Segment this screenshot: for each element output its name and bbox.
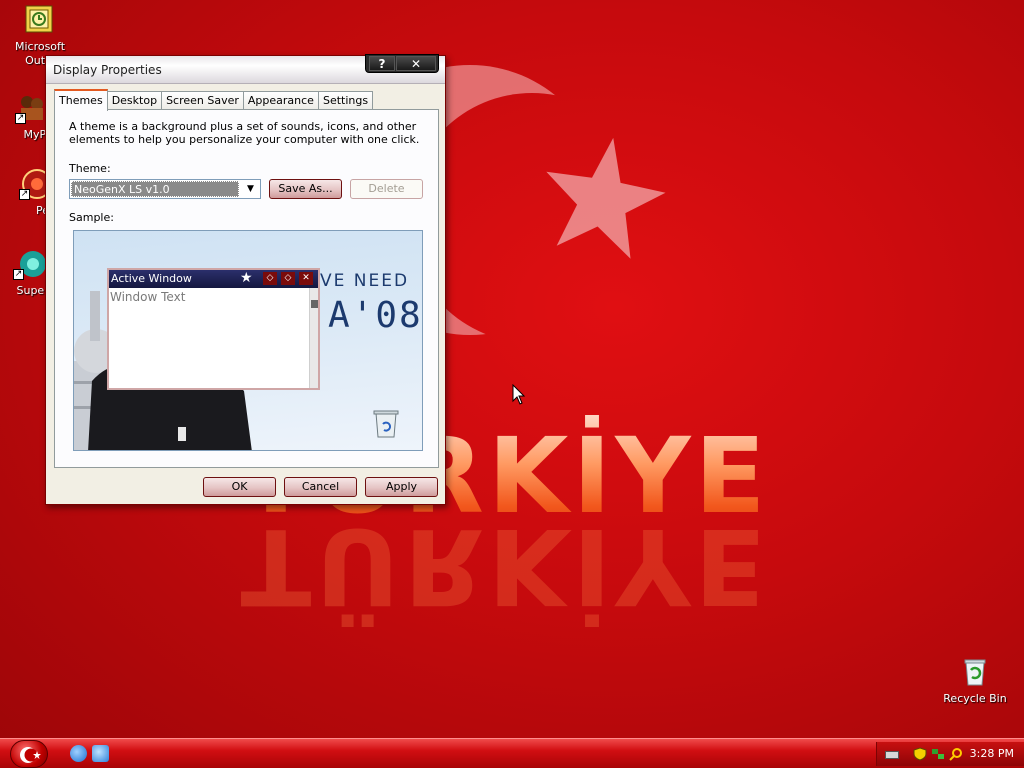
- keyboard-icon[interactable]: [885, 751, 899, 759]
- dialog-titlebar[interactable]: Display Properties ? ✕: [46, 54, 445, 84]
- shortcut-arrow-icon: ↗: [15, 113, 26, 124]
- delete-button[interactable]: Delete: [350, 179, 423, 199]
- folder-people-icon: ↗: [15, 92, 47, 124]
- taskbar: 3:28 PM: [0, 738, 1024, 768]
- search-icon[interactable]: [949, 747, 963, 761]
- tab-settings[interactable]: Settings: [317, 91, 374, 110]
- maximize-icon: ◇: [281, 272, 295, 285]
- save-as-button[interactable]: Save As...: [269, 179, 342, 199]
- supernova-icon: ↗: [13, 248, 46, 280]
- sample-window-titlebar: Active Window ★ ◇ ◇ ✕: [109, 270, 318, 288]
- ok-button[interactable]: OK: [203, 477, 276, 497]
- quick-launch-browser-icon[interactable]: [92, 745, 109, 762]
- minimize-icon: ◇: [263, 272, 277, 285]
- sample-label: Sample:: [69, 211, 114, 224]
- start-button[interactable]: [10, 740, 48, 768]
- sample-window-text: Window Text: [110, 290, 186, 304]
- taskbar-clock[interactable]: 3:28 PM: [970, 747, 1014, 760]
- caption-buttons: ? ✕: [365, 54, 439, 73]
- dialog-title: Display Properties: [53, 63, 162, 77]
- recycle-bin-icon: [959, 656, 991, 688]
- star-icon: ★: [240, 270, 253, 286]
- theme-select[interactable]: NeoGenX LS v1.0 ▼: [69, 179, 261, 199]
- close-icon: ✕: [299, 272, 313, 285]
- outlook-icon: [24, 4, 56, 36]
- tab-appearance[interactable]: Appearance: [242, 91, 319, 110]
- themes-panel: A theme is a background plus a set of so…: [54, 109, 439, 468]
- shield-icon[interactable]: [913, 747, 927, 761]
- chevron-down-icon[interactable]: ▼: [242, 181, 259, 197]
- network-icon[interactable]: [931, 747, 945, 761]
- tab-strip: Themes Desktop Screen Saver Appearance S…: [54, 89, 374, 111]
- shortcut-arrow-icon: ↗: [19, 189, 30, 200]
- internet-explorer-icon[interactable]: [70, 745, 87, 762]
- sample-scroll-thumb: [311, 300, 318, 308]
- desktop-icon-recycle-bin[interactable]: Recycle Bin: [936, 656, 1014, 706]
- shortcut-arrow-icon: ↗: [13, 269, 24, 280]
- cancel-button[interactable]: Cancel: [284, 477, 357, 497]
- desktop-icon-label: Recycle Bin: [943, 692, 1007, 705]
- theme-label: Theme:: [69, 162, 111, 175]
- theme-sample-preview: VE NEED A'08 Active Window ★ ◇ ◇ ✕ Windo…: [73, 230, 423, 451]
- sample-banner-line1: VE NEED: [320, 271, 410, 291]
- sample-banner-line2: A'08: [328, 295, 423, 336]
- mouse-pointer-icon: [512, 384, 526, 405]
- theme-select-value: NeoGenX LS v1.0: [71, 181, 239, 197]
- wallpaper-title-reflection: TÜRKİYE: [240, 505, 770, 627]
- theme-description: A theme is a background plus a set of so…: [69, 120, 420, 146]
- tab-themes[interactable]: Themes: [54, 89, 108, 111]
- tab-screen-saver[interactable]: Screen Saver: [161, 91, 244, 110]
- crescent-star-icon: [20, 747, 41, 763]
- sample-scrollbar: [309, 288, 318, 388]
- system-tray: 3:28 PM: [876, 742, 1024, 766]
- apply-button[interactable]: Apply: [365, 477, 438, 497]
- display-properties-dialog: Display Properties ? ✕ Themes Desktop Sc…: [45, 54, 446, 505]
- close-button[interactable]: ✕: [396, 56, 436, 71]
- help-button[interactable]: ?: [369, 56, 395, 71]
- sample-active-window: Active Window ★ ◇ ◇ ✕ Window Text: [107, 268, 320, 390]
- tab-desktop[interactable]: Desktop: [106, 91, 163, 110]
- sample-window-title: Active Window: [111, 272, 192, 285]
